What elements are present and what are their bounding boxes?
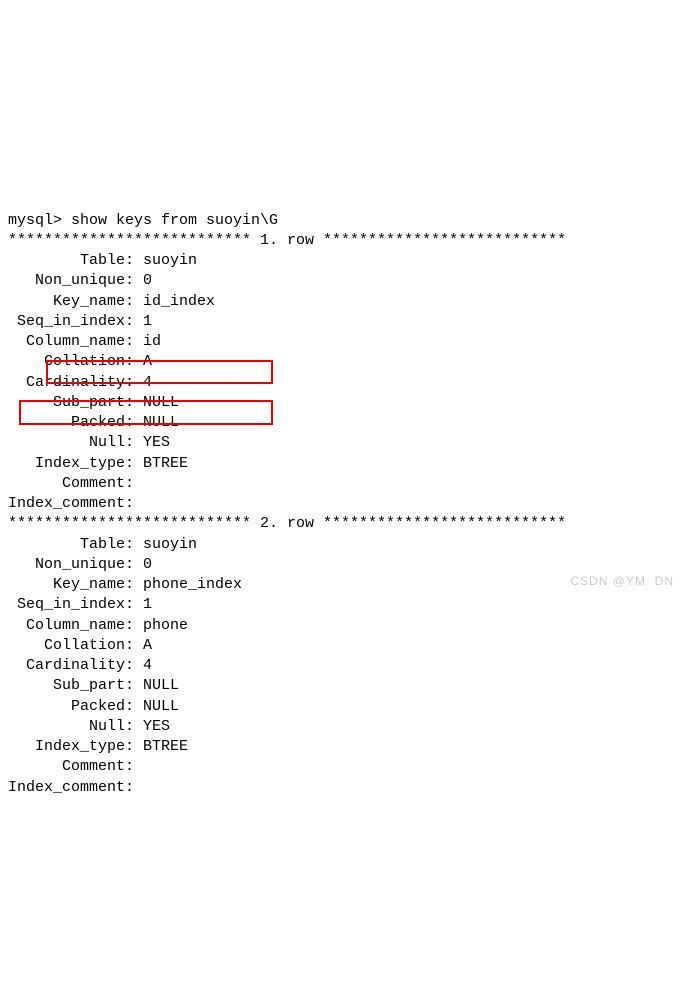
watermark: CSDN @YM DN xyxy=(570,573,674,589)
terminal-output: mysql> show keys from suoyin\G *********… xyxy=(8,211,676,798)
